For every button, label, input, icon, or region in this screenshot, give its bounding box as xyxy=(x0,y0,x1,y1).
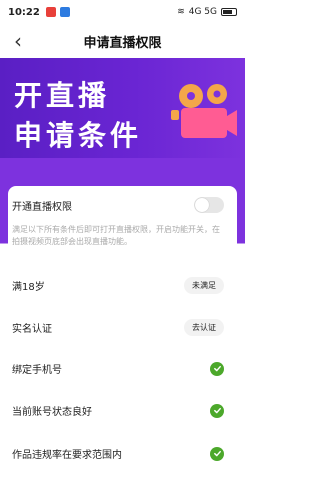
requirement-row: 满18岁 未满足 xyxy=(12,277,224,294)
back-button[interactable]: ‹ xyxy=(6,28,30,54)
network-label: 4G 5G xyxy=(188,7,217,17)
banner-title-line1: 开直播 xyxy=(14,79,111,112)
banner-title-line2: 申请条件 xyxy=(14,119,143,152)
requirement-label: 当前账号状态良好 xyxy=(12,407,92,418)
check-icon xyxy=(210,446,224,461)
notification-app-icon xyxy=(45,7,56,17)
check-icon xyxy=(210,361,224,376)
requirement-row: 绑定手机号 xyxy=(12,361,224,376)
status-bar: 10:22 ≋ 4G 5G xyxy=(0,0,245,24)
wifi-icon: ≋ xyxy=(177,7,185,17)
requirement-label: 绑定手机号 xyxy=(12,365,62,376)
requirement-label: 满18岁 xyxy=(12,282,45,293)
status-badge: 未满足 xyxy=(184,277,224,294)
check-icon xyxy=(210,403,224,418)
chevron-left-icon: ‹ xyxy=(14,29,22,53)
film-camera-icon xyxy=(169,80,239,150)
nav-bar: ‹ 申请直播权限 xyxy=(0,24,245,58)
page-title: 申请直播权限 xyxy=(83,35,162,51)
live-permission-toggle[interactable] xyxy=(194,197,224,213)
battery-icon xyxy=(221,8,237,16)
requirement-row: 当前账号状态良好 xyxy=(12,403,224,418)
banner: 开直播 申请条件 xyxy=(0,58,245,166)
toggle-label: 开通直播权限 xyxy=(12,201,72,213)
requirement-label: 作品违规率在要求范围内 xyxy=(12,450,122,461)
requirement-label: 实名认证 xyxy=(12,324,52,335)
requirement-row: 作品违规率在要求范围内 xyxy=(12,446,224,461)
status-indicators: ≋ 4G 5G xyxy=(177,7,237,17)
verify-button[interactable]: 去认证 xyxy=(184,319,224,336)
notification-app-icon xyxy=(59,7,70,17)
live-permission-row: 开通直播权限 xyxy=(12,197,224,213)
description-text: 满足以下所有条件后即可打开直播权限，开启功能开关，在拍摄视频页底部会出现直播功能… xyxy=(12,225,220,246)
toggle-knob xyxy=(195,198,209,212)
requirement-row: 实名认证 去认证 xyxy=(12,319,224,336)
status-time: 10:22 xyxy=(8,6,40,18)
